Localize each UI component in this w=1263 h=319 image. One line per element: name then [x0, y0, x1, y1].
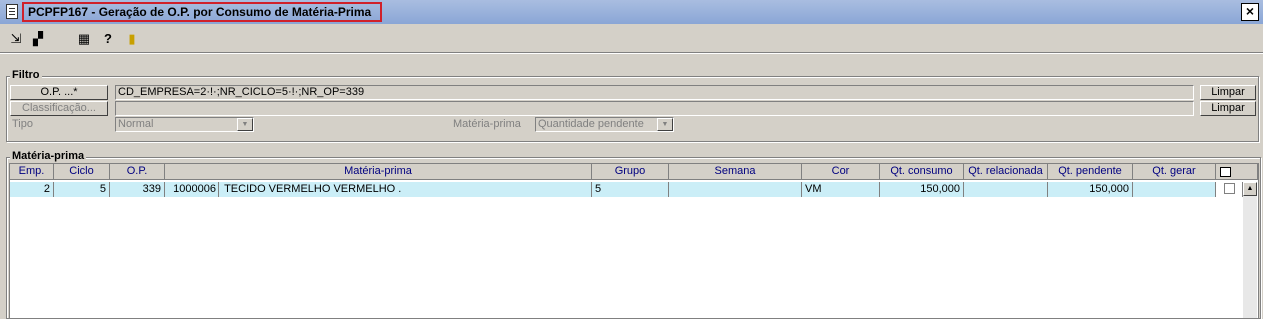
- vertical-scrollbar[interactable]: ▲: [1243, 182, 1257, 318]
- cell-materia-prima[interactable]: 1000006 TECIDO VERMELHO VERMELHO .: [165, 182, 592, 197]
- cell-emp[interactable]: 2: [10, 182, 54, 197]
- help-icon[interactable]: ?: [100, 31, 116, 47]
- col-cor[interactable]: Cor: [802, 164, 880, 180]
- cell-semana[interactable]: [669, 182, 802, 197]
- classificacao-field[interactable]: [115, 101, 1194, 116]
- cell-qt-gerar[interactable]: [1133, 182, 1216, 197]
- arrow-icon[interactable]: ⇲: [8, 31, 24, 47]
- toolbar-separator: [0, 52, 1263, 54]
- col-qt-consumo[interactable]: Qt. consumo: [880, 164, 964, 180]
- col-qt-gerar[interactable]: Qt. gerar: [1133, 164, 1216, 180]
- cell-qt-relacionada[interactable]: [964, 182, 1048, 197]
- col-grupo[interactable]: Grupo: [592, 164, 669, 180]
- row-select-checkbox[interactable]: [1224, 183, 1235, 194]
- op-button[interactable]: O.P. ...*: [10, 85, 108, 100]
- scroll-up-arrow-icon[interactable]: ▲: [1243, 182, 1257, 196]
- select-all-checkbox[interactable]: [1220, 167, 1231, 177]
- close-button[interactable]: ×: [1241, 3, 1259, 21]
- cell-materia-codigo: 1000006: [165, 182, 219, 197]
- materia-prima-select[interactable]: Quantidade pendente: [535, 117, 674, 132]
- col-ciclo[interactable]: Ciclo: [54, 164, 110, 180]
- materia-prima-label: Matéria-prima: [453, 118, 521, 130]
- op-filter-field[interactable]: CD_EMPRESA=2·!·;NR_CICLO=5·!·;NR_OP=339: [115, 85, 1194, 100]
- classificacao-button[interactable]: Classificação...: [10, 101, 108, 116]
- cell-ciclo[interactable]: 5: [54, 182, 110, 197]
- toolbar: ⇲ ▞ ▦ ? ▮: [0, 26, 1263, 52]
- cell-op[interactable]: 339: [110, 182, 165, 197]
- cell-qt-consumo[interactable]: 150,000: [880, 182, 964, 197]
- materia-prima-table: Emp. Ciclo O.P. Matéria-prima Grupo Sema…: [9, 163, 1259, 319]
- tipo-dropdown-icon[interactable]: ▼: [237, 118, 253, 131]
- col-select-all[interactable]: [1216, 164, 1258, 180]
- cell-cor[interactable]: VM: [802, 182, 880, 197]
- title-bar: PCPFP167 - Geração de O.P. por Consumo d…: [0, 0, 1263, 24]
- cell-qt-pendente[interactable]: 150,000: [1048, 182, 1133, 197]
- col-op[interactable]: O.P.: [110, 164, 165, 180]
- col-semana[interactable]: Semana: [669, 164, 802, 180]
- materia-prima-dropdown-icon[interactable]: ▼: [657, 118, 673, 131]
- cell-grupo[interactable]: 5: [592, 182, 669, 197]
- materia-prima-legend: Matéria-prima: [10, 150, 87, 162]
- classificacao-clear-button[interactable]: Limpar: [1200, 101, 1256, 116]
- op-clear-button[interactable]: Limpar: [1200, 85, 1256, 100]
- windows-icon[interactable]: ▞: [30, 31, 46, 47]
- materia-prima-value: Quantidade pendente: [538, 118, 644, 130]
- window-title: PCPFP167 - Geração de O.P. por Consumo d…: [28, 5, 372, 19]
- col-qt-pendente[interactable]: Qt. pendente: [1048, 164, 1133, 180]
- cell-materia-descricao: TECIDO VERMELHO VERMELHO .: [224, 183, 402, 195]
- col-qt-relacionada[interactable]: Qt. relacionada: [964, 164, 1048, 180]
- col-materia-prima[interactable]: Matéria-prima: [165, 164, 592, 180]
- tipo-label: Tipo: [12, 118, 33, 130]
- filtro-legend: Filtro: [10, 69, 42, 81]
- tipo-select[interactable]: Normal: [115, 117, 254, 132]
- tipo-value: Normal: [118, 118, 154, 130]
- grid-icon[interactable]: ▦: [76, 31, 92, 47]
- document-icon: [6, 4, 18, 19]
- exit-door-icon[interactable]: ▮: [124, 31, 140, 47]
- col-emp[interactable]: Emp.: [10, 164, 54, 180]
